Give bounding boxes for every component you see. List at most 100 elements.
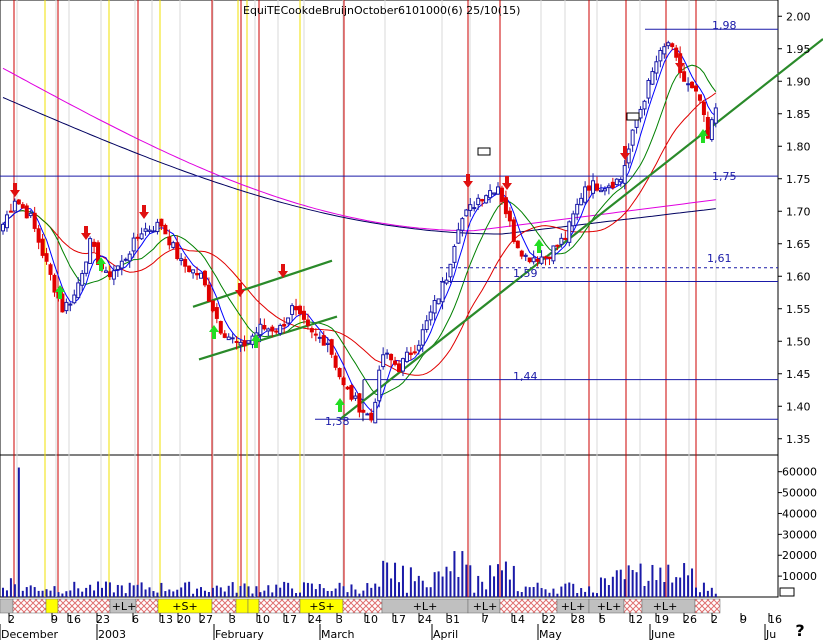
volume-bar [714,593,717,597]
candle-body [88,238,93,264]
volume-bar [477,575,480,597]
marker-box [626,112,640,121]
volume-bar [211,587,214,597]
candle-body [298,305,302,315]
candle-body [234,340,239,343]
candle-body [424,320,429,331]
candle-body [654,61,659,74]
candle-body [563,237,568,240]
candle-body [571,213,576,227]
date-tick-label: 20 [177,613,191,626]
candle-body [52,274,57,293]
signal-segment [623,598,643,614]
volume-bar [5,590,8,597]
candle-body [357,393,362,413]
volume-bar [223,591,226,597]
volume-bar [421,580,424,597]
candle-body [674,47,679,58]
candle-body [408,352,413,355]
volume-bar [326,590,329,597]
volume-bar [663,581,666,597]
chart-title: EquiTECookdeBruijnOctober6101000(6) 25/1… [243,4,520,17]
volume-bar [540,588,543,597]
candle-body [246,340,251,344]
volume-bar [639,563,642,597]
volume-bar [299,592,301,597]
signal-segment [211,598,237,614]
price-tick-label: 1.60 [786,270,811,283]
candle-body [618,178,623,183]
candle-body [147,229,152,232]
price-tick-label: 1.75 [786,173,811,186]
date-tick-label: 24 [418,613,432,626]
month-label: May [539,628,562,641]
stock-chart: 1,98 1,75 1,61 1,59 1,44 1,38 EquiTECookdeBrui… [0,0,823,641]
candle-body [135,236,140,239]
volume-bar [37,590,40,597]
date-tick-label: 7 [482,613,489,626]
help-icon: ? [795,621,804,640]
month-label: 2003 [98,628,126,641]
volume-bar [398,582,400,597]
month-label: Ju [765,628,776,641]
volume-bar [497,564,499,597]
date-tick-label: 3 [336,613,343,626]
candle-body [595,183,599,191]
volume-bar [560,586,563,597]
volume-bar [489,565,492,597]
date-tick-label: 19 [655,613,669,626]
volume-bar [176,589,179,597]
candle-body [555,244,560,247]
volume-bar [275,584,278,597]
candle-body [353,395,358,399]
volume-bar [564,583,567,597]
candle-body [519,250,524,257]
signal-label: +S+ [309,600,334,613]
candle-body [40,238,45,256]
candle-body [499,187,504,202]
candle-body [587,185,592,191]
candle-body [456,229,461,244]
date-axis: 2 9 16 23 6 13 20 27 3 10 17 24 3 10 17 24 31 7 14 22 28 5 12 1… [0,613,782,641]
candle-body [278,324,283,334]
date-tick-label: 16 [768,613,782,626]
volume-bar [69,590,72,597]
volume-bar [271,592,274,597]
candle-body [389,353,394,361]
volume-bar [493,576,496,597]
candle-body [64,301,69,312]
volume-bar [469,565,472,597]
volume-bar [607,585,610,597]
volume-bar [164,591,167,597]
candle-body [44,253,49,262]
candle-body [103,270,108,273]
candle-body [638,108,643,119]
volume-bar [295,593,298,597]
volume-bar [227,585,230,597]
volume-bar [655,580,658,597]
candle-body [8,210,13,213]
volume-bar [207,592,210,597]
volume-bar [200,587,202,597]
candle-body [496,186,500,195]
volume-bar [401,565,404,597]
candle-body [155,221,160,233]
candle-body [511,219,516,243]
volume-bar [611,576,614,597]
volume-bar [124,593,127,597]
candle-body [472,207,477,210]
volume-bar [481,581,484,597]
price-tick-label: 1.65 [786,238,811,251]
volume-bar [330,591,333,597]
candle-body [175,242,180,260]
price-tick-label: 1.80 [786,140,811,153]
volume-bar [710,587,713,597]
candle-body [345,386,350,390]
volume-bar [203,590,206,597]
volume-bar [263,590,266,597]
volume-bar [679,577,682,597]
volume-bar [160,582,163,597]
candle-body [266,328,271,332]
candle-body [282,323,287,327]
date-tick-label: 5 [599,613,606,626]
